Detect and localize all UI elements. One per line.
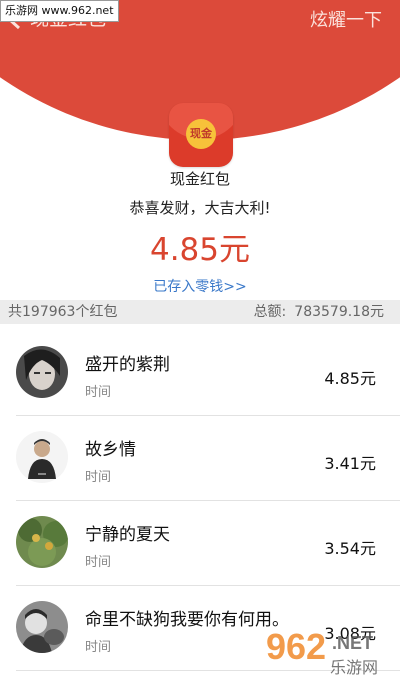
- record-time: 时间: [85, 640, 112, 655]
- record-time: 时间: [85, 470, 112, 485]
- red-packet-title: 现金红包: [169, 170, 230, 188]
- red-packet-greeting: 恭喜发财，大吉大利!: [129, 199, 271, 217]
- stored-to-wallet-link[interactable]: 已存入零钱>>: [0, 276, 400, 296]
- total-amount: 总额: 783579.18元: [254, 300, 384, 324]
- watermark-logo-domain: .NET: [332, 633, 373, 653]
- record-amount: 3.54元: [324, 539, 376, 558]
- record-name: 命里不缺狗我要你有何用。: [85, 610, 289, 630]
- show-off-button[interactable]: 炫耀一下: [310, 6, 382, 32]
- summary-bar: 共197963个红包 总额: 783579.18元: [0, 300, 400, 324]
- avatar[interactable]: [16, 346, 68, 398]
- avatar[interactable]: [16, 431, 68, 483]
- total-label: 总额:: [253, 304, 287, 320]
- watermark-top-left: 乐游网 www.962.net: [0, 0, 119, 22]
- record-amount: 4.85元: [324, 369, 376, 388]
- record-amount: 3.41元: [324, 454, 376, 473]
- red-packet-amount: 4.85元: [149, 232, 251, 268]
- watermark-logo: 962 .NET 乐游网: [266, 626, 378, 677]
- record-name: 宁静的夏天: [85, 525, 170, 545]
- record-time: 时间: [85, 555, 112, 570]
- cash-coin-icon: 现金: [186, 119, 216, 149]
- red-packet-icon: 现金: [169, 103, 233, 167]
- list-item[interactable]: 盛开的紫荆 时间 4.85元: [16, 331, 400, 416]
- watermark-logo-number: 962: [266, 626, 326, 667]
- avatar[interactable]: [16, 516, 68, 568]
- record-time: 时间: [85, 385, 112, 400]
- record-name: 盛开的紫荆: [85, 355, 170, 375]
- avatar[interactable]: [16, 601, 68, 653]
- list-item[interactable]: 故乡情 时间 3.41元: [16, 416, 400, 501]
- list-item[interactable]: 宁静的夏天 时间 3.54元: [16, 501, 400, 586]
- packet-count: 共197963个红包: [8, 304, 118, 320]
- watermark-logo-cn: 乐游网: [330, 658, 378, 677]
- total-value: 783579.18元: [294, 304, 384, 320]
- record-name: 故乡情: [85, 440, 136, 460]
- record-list: 盛开的紫荆 时间 4.85元 故乡情 时间 3.41元 宁静的夏天 时间 3.5…: [0, 331, 400, 671]
